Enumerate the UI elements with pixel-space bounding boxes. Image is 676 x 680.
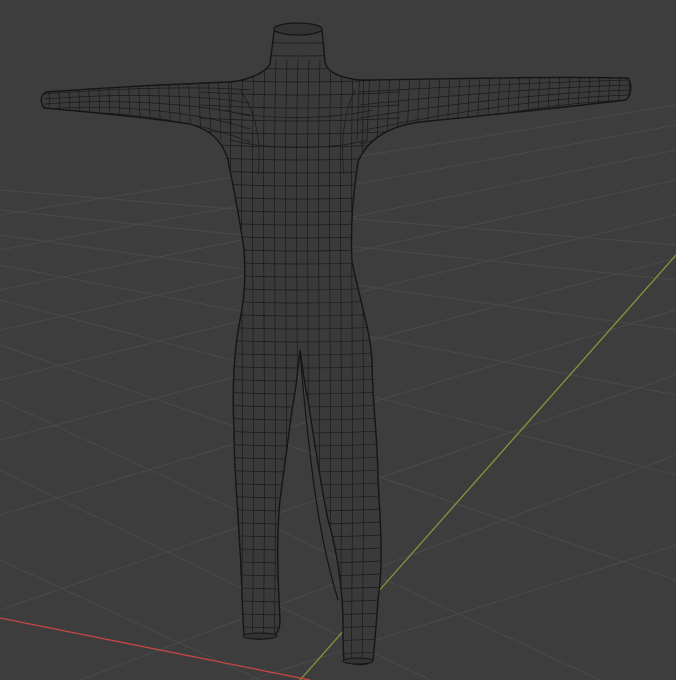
right-ankle-opening [342, 657, 374, 665]
viewport-scene[interactable] [0, 0, 676, 680]
neck-opening [273, 22, 323, 36]
left-ankle-opening [242, 632, 278, 640]
3d-viewport[interactable] [0, 0, 676, 680]
